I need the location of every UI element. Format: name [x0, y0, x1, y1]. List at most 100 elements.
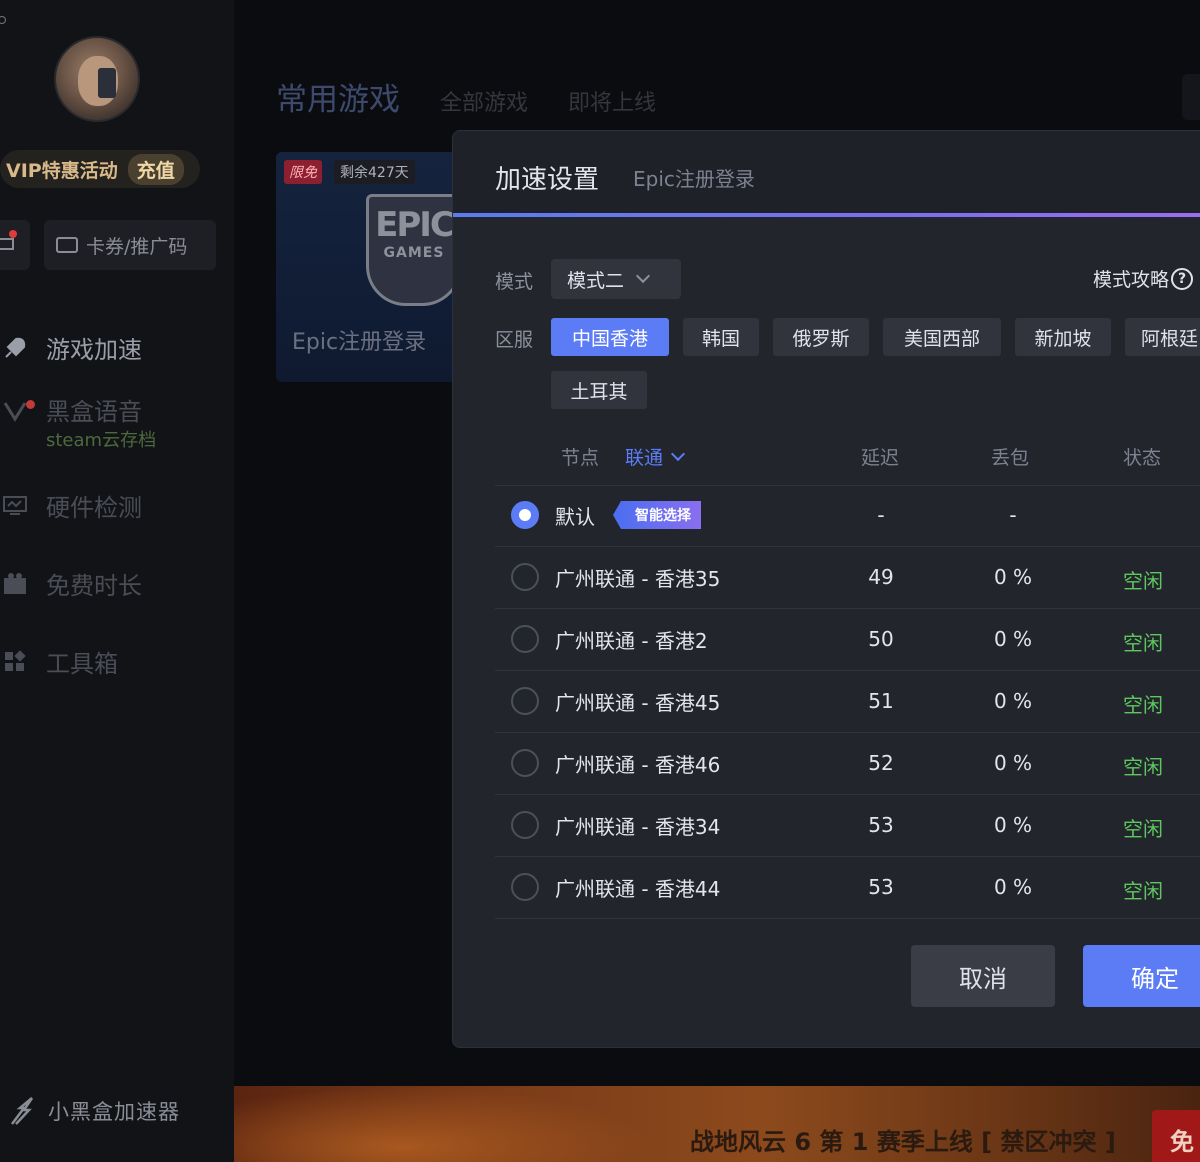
node-loss: 0 %	[993, 627, 1033, 651]
node-row-default[interactable]: 默认 智能选择 - -	[495, 485, 1200, 547]
banner-artwork	[234, 1086, 654, 1162]
node-row[interactable]: 广州联通 - 香港45 51 0 % 空闲	[495, 671, 1200, 733]
node-name: 广州联通 - 香港35	[555, 567, 721, 591]
game-tabs: 常用游戏 全部游戏 即将上线	[276, 74, 656, 119]
region-singapore[interactable]: 新加坡	[1015, 318, 1111, 356]
node-row[interactable]: 广州联通 - 香港2 50 0 % 空闲	[495, 609, 1200, 671]
confirm-button[interactable]: 确定	[1083, 945, 1200, 1007]
rocket-icon	[0, 333, 30, 363]
vip-promo[interactable]: VIP特惠活动 充值	[0, 150, 200, 188]
nav-toolbox[interactable]: 工具箱	[0, 644, 118, 679]
node-status: 空闲	[1123, 879, 1163, 903]
radio-button[interactable]	[511, 687, 539, 715]
banner-free-badge[interactable]: 免	[1152, 1110, 1200, 1162]
avatar[interactable]	[54, 36, 140, 122]
ticket-icon	[56, 237, 78, 253]
region-turkey[interactable]: 土耳其	[551, 371, 647, 409]
mode-guide-link[interactable]: 模式攻略 ?	[1093, 265, 1194, 292]
region-russia[interactable]: 俄罗斯	[773, 318, 869, 356]
node-latency: 53	[868, 813, 894, 837]
radio-button[interactable]	[511, 563, 539, 591]
nav-label: 硬件检测	[46, 494, 142, 522]
coupon-label: 卡券/推广码	[86, 235, 188, 258]
isp-select[interactable]: 联通	[625, 443, 686, 470]
node-loss: 0 %	[993, 751, 1033, 775]
sidebar: VIP特惠活动 充值 卡券/推广码 游戏加速 黑盒语音 steam云存档 硬件检…	[0, 0, 234, 1162]
vip-text: VIP特惠活动	[6, 159, 118, 182]
brand-bolt-icon	[11, 1097, 34, 1125]
toolbox-icon	[0, 647, 30, 677]
col-latency: 延迟	[861, 447, 900, 469]
node-name: 广州联通 - 香港2	[555, 629, 708, 653]
epic-logo-text: EPIC	[375, 205, 455, 245]
game-card-epic[interactable]: 限免 剩余427天 EPIC GAMES Epic注册登录	[276, 152, 476, 382]
node-latency: -	[877, 503, 885, 527]
nav-sub-label[interactable]: steam云存档	[46, 426, 156, 452]
smart-select-badge: 智能选择	[613, 501, 701, 529]
recharge-button[interactable]: 充值	[127, 153, 184, 185]
radio-button[interactable]	[511, 749, 539, 777]
nav-game-boost[interactable]: 游戏加速	[0, 330, 142, 365]
top-right-button[interactable]	[1182, 74, 1200, 120]
gift-icon	[0, 569, 30, 599]
voice-icon	[0, 395, 30, 425]
banner-text: 战地风云 6 第 1 赛季上线 [ 禁区冲突 ]	[690, 1128, 1116, 1156]
col-status: 状态	[1123, 447, 1162, 469]
free-tag: 限免	[284, 160, 322, 184]
mail-icon	[0, 238, 14, 250]
node-row[interactable]: 广州联通 - 香港35 49 0 % 空闲	[495, 547, 1200, 609]
game-name: Epic注册登录	[292, 330, 427, 355]
brand-name: 小黑盒加速器	[48, 1100, 180, 1124]
window-dot-icon	[0, 16, 6, 24]
tab-all-games[interactable]: 全部游戏	[440, 85, 528, 117]
region-label: 区服	[495, 329, 534, 351]
region-hongkong[interactable]: 中国香港	[551, 318, 669, 356]
radio-button[interactable]	[511, 625, 539, 653]
mode-select[interactable]: 模式二	[551, 259, 681, 299]
node-status: 空闲	[1123, 693, 1163, 717]
node-loss: 0 %	[993, 689, 1033, 713]
mail-button[interactable]	[0, 220, 30, 270]
epic-logo: EPIC GAMES	[366, 194, 462, 306]
region-korea[interactable]: 韩国	[683, 318, 759, 356]
nav-hardware[interactable]: 硬件检测	[0, 488, 142, 523]
tab-upcoming[interactable]: 即将上线	[568, 85, 656, 117]
remaining-days-tag: 剩余427天	[334, 160, 415, 184]
tab-common-games[interactable]: 常用游戏	[276, 74, 400, 119]
node-row[interactable]: 广州联通 - 香港44 53 0 % 空闲	[495, 857, 1200, 919]
node-row[interactable]: 广州联通 - 香港46 52 0 % 空闲	[495, 733, 1200, 795]
nav-voice[interactable]: 黑盒语音	[0, 392, 142, 427]
col-node: 节点	[561, 447, 600, 469]
col-loss: 丢包	[991, 447, 1030, 469]
header-accent-line	[453, 213, 1200, 217]
node-status: 空闲	[1123, 569, 1163, 593]
nav-free-time[interactable]: 免费时长	[0, 566, 142, 601]
node-status: 空闲	[1123, 755, 1163, 779]
node-latency: 52	[868, 751, 894, 775]
region-argentina[interactable]: 阿根廷	[1125, 318, 1200, 356]
promo-banner[interactable]: 战地风云 6 第 1 赛季上线 [ 禁区冲突 ] 免	[234, 1086, 1200, 1162]
radio-button[interactable]	[511, 811, 539, 839]
coupon-button[interactable]: 卡券/推广码	[44, 220, 216, 270]
radio-button[interactable]	[511, 501, 539, 529]
node-status: 空闲	[1123, 817, 1163, 841]
node-name: 广州联通 - 香港45	[555, 691, 721, 715]
mode-label: 模式	[495, 271, 534, 293]
cancel-button[interactable]: 取消	[911, 945, 1055, 1007]
region-us-west[interactable]: 美国西部	[883, 318, 1001, 356]
avatar-phone	[98, 68, 116, 98]
radio-button[interactable]	[511, 873, 539, 901]
epic-logo-subtext: GAMES	[383, 245, 445, 261]
nav-label: 黑盒语音	[46, 398, 142, 426]
node-loss: 0 %	[993, 813, 1033, 837]
node-status: 空闲	[1123, 631, 1163, 655]
brand-logo: 小黑盒加速器	[8, 1094, 180, 1128]
chevron-down-icon	[670, 446, 686, 461]
node-loss: 0 %	[993, 875, 1033, 899]
node-latency: 49	[868, 565, 894, 589]
chevron-down-icon	[635, 268, 651, 284]
node-name: 广州联通 - 香港44	[555, 877, 721, 901]
node-row[interactable]: 广州联通 - 香港34 53 0 % 空闲	[495, 795, 1200, 857]
node-latency: 53	[868, 875, 894, 899]
node-name: 默认	[555, 505, 595, 529]
